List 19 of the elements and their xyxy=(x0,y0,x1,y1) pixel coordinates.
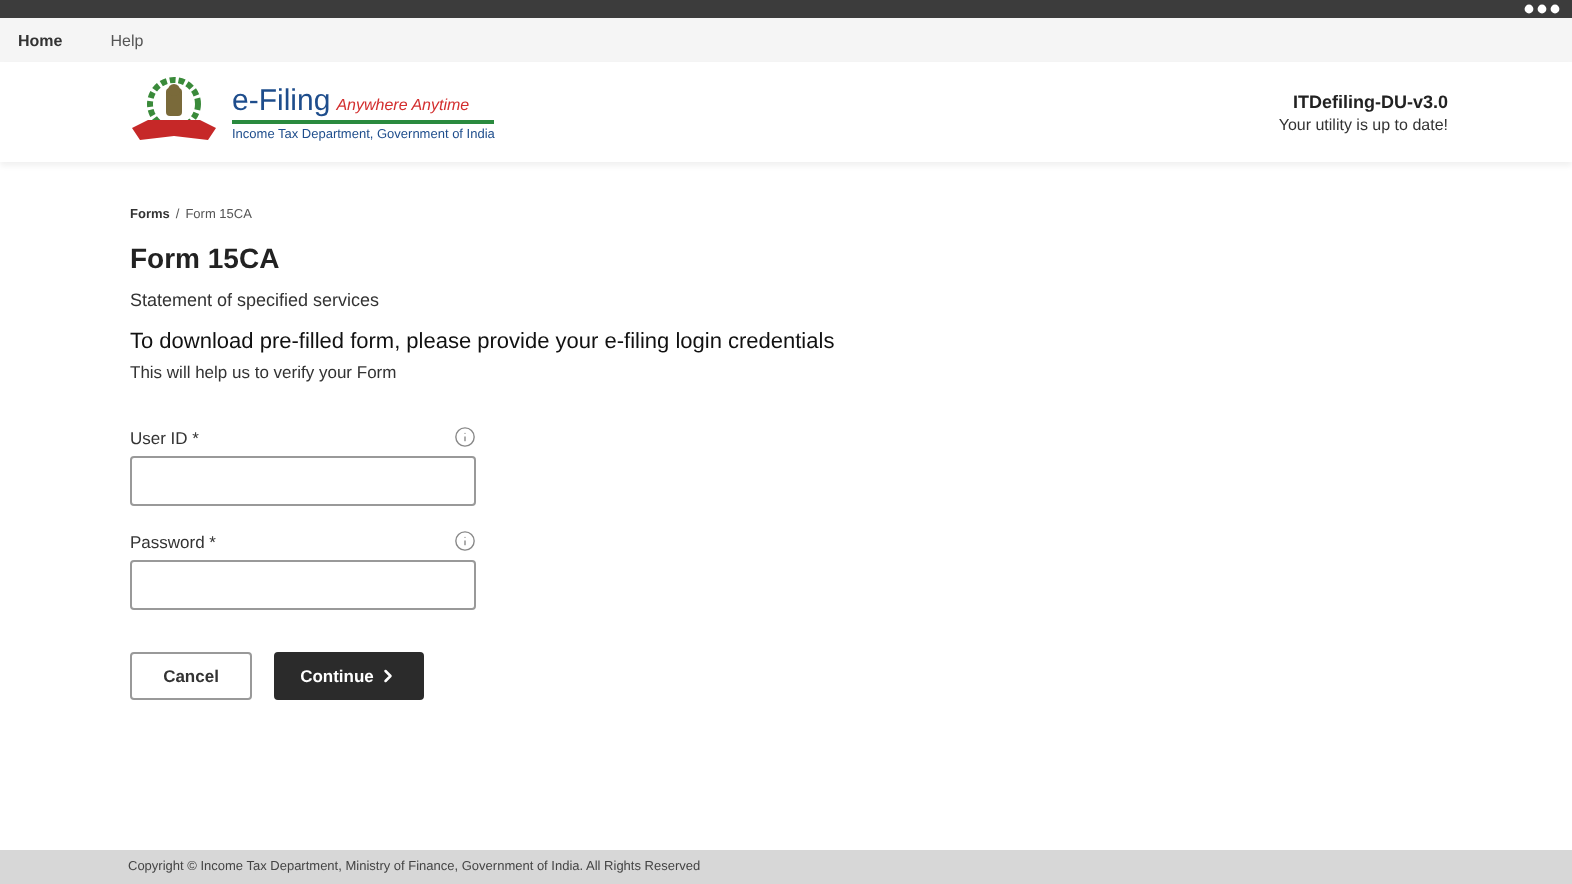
app-status: Your utility is up to date! xyxy=(1278,115,1448,133)
input-field[interactable] xyxy=(130,456,476,506)
field-label: User ID * xyxy=(130,427,199,447)
prompt-text: To download pre-filled form, please provide your e-filing login credentials xyxy=(130,330,837,354)
menu-item[interactable]: Help xyxy=(110,31,144,49)
info-icon[interactable] xyxy=(454,530,476,552)
info-icon[interactable] xyxy=(454,426,476,448)
more-icon[interactable] xyxy=(1524,4,1560,14)
logo-title: e-Filing xyxy=(232,83,331,117)
menu-item[interactable]: Home xyxy=(18,31,63,49)
continue-button[interactable]: Continue xyxy=(274,652,424,700)
prompt-note: This will help us to verify your Form xyxy=(130,362,399,382)
cancel-button[interactable]: Cancel xyxy=(130,652,252,700)
logo-tagline: Anywhere Anytime xyxy=(336,95,470,113)
input-field[interactable] xyxy=(130,560,476,610)
field-label: Password * xyxy=(130,531,216,551)
app-name: ITDefiling-DU-v3.0 xyxy=(1292,91,1448,111)
page-title: Form 15CA xyxy=(130,242,282,274)
page-subtitle: Statement of specified services xyxy=(130,290,382,310)
